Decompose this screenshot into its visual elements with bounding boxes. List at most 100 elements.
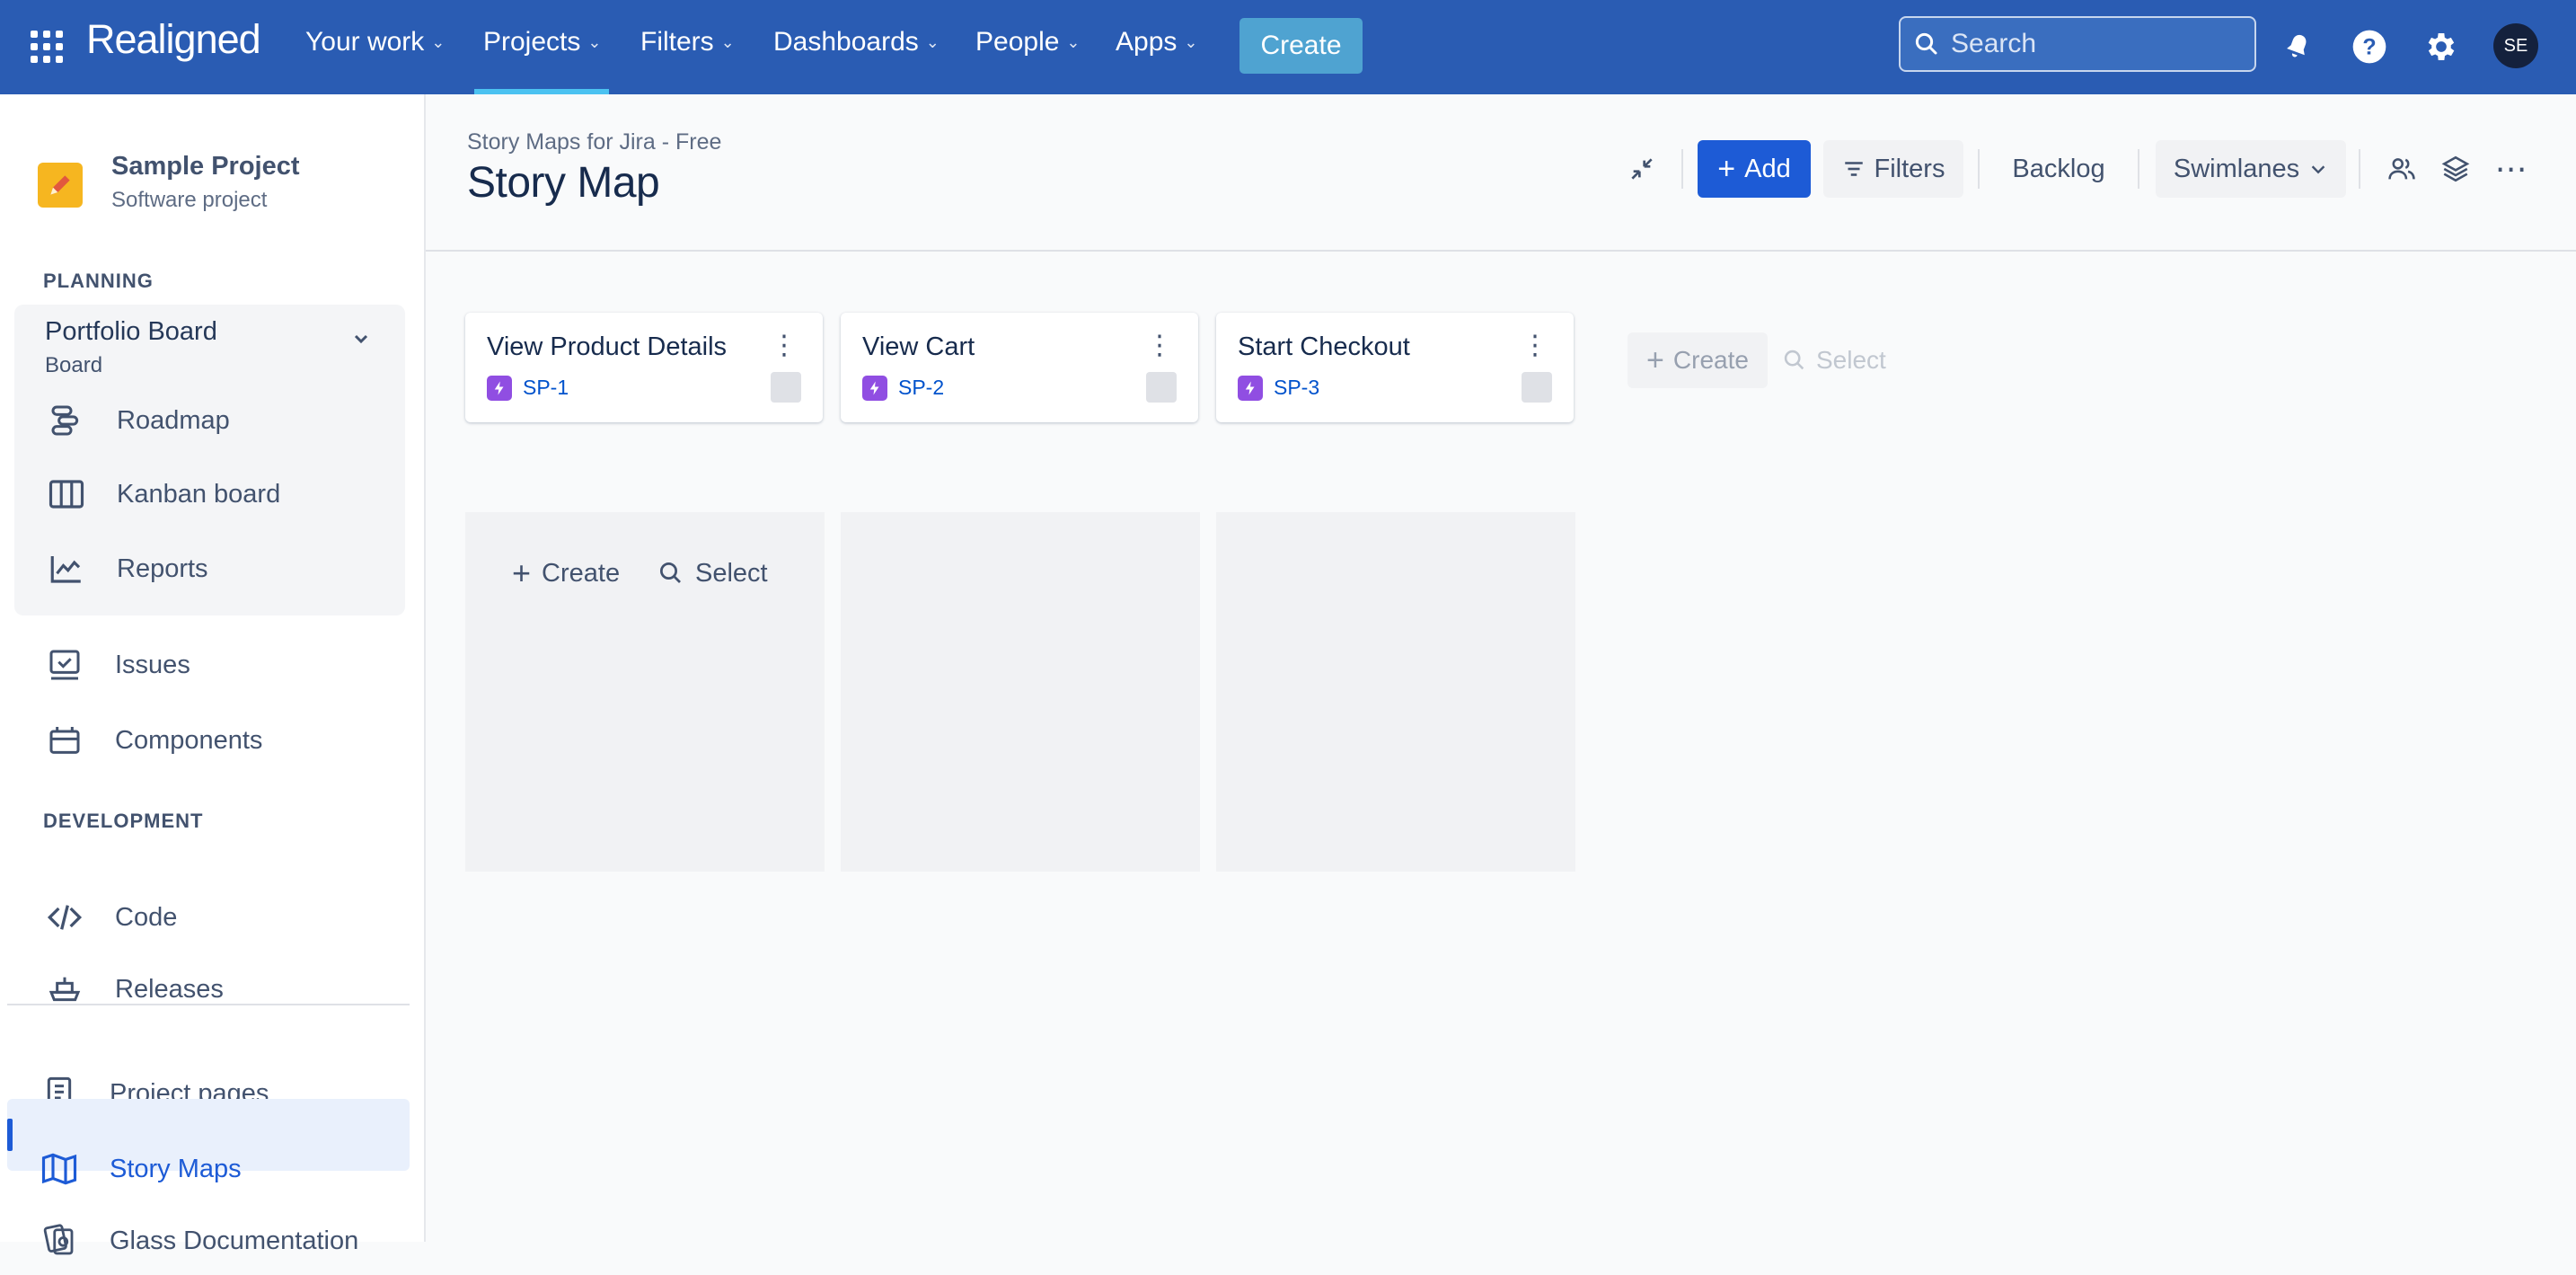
nav-filters[interactable]: Filters ⌄ [640, 27, 735, 58]
user-avatar[interactable]: SE [2493, 23, 2538, 68]
sidebar-item-label: Story Maps [110, 1154, 242, 1183]
story-card[interactable]: Start Checkout ⋮ SP-3 [1216, 313, 1574, 422]
nav-dashboards[interactable]: Dashboards ⌄ [773, 27, 940, 58]
project-name[interactable]: Sample Project [111, 152, 300, 182]
status-indicator [771, 372, 801, 403]
backlog-button[interactable]: Backlog [1996, 140, 2122, 198]
select-story-button[interactable]: Select [657, 548, 768, 598]
roadmap-icon [47, 401, 86, 440]
add-button[interactable]: + Add [1698, 140, 1811, 198]
nav-label: Filters [640, 27, 714, 57]
divider [1978, 149, 1980, 189]
lightning-icon [862, 376, 887, 401]
code-icon [45, 898, 84, 937]
sidebar-item-code[interactable]: Code [0, 883, 426, 952]
lightning-icon [1238, 376, 1263, 401]
people-icon[interactable] [2377, 140, 2427, 198]
swimlanes-label: Swimlanes [2173, 154, 2300, 183]
project-avatar-icon[interactable] [38, 163, 83, 208]
issue-key[interactable]: SP-1 [523, 376, 569, 400]
logo[interactable]: Realigned [86, 16, 261, 63]
sidebar-item-kanban-board[interactable]: Kanban board [0, 460, 426, 528]
story-card[interactable]: View Cart ⋮ SP-2 [841, 313, 1198, 422]
sidebar-item-releases[interactable]: Releases [0, 955, 426, 1023]
issue-key[interactable]: SP-2 [898, 376, 944, 400]
nav-apps[interactable]: Apps ⌄ [1116, 27, 1197, 58]
search-icon [1784, 350, 1804, 370]
divider [2359, 149, 2360, 189]
nav-projects[interactable]: Projects ⌄ [483, 27, 601, 58]
nav-your-work[interactable]: Your work ⌄ [305, 27, 445, 58]
add-label: Add [1744, 154, 1791, 183]
sidebar-item-glass-documentation[interactable]: Glass Documentation [0, 1207, 426, 1275]
sidebar-item-label: Kanban board [117, 479, 281, 509]
settings-gear-icon[interactable] [2418, 23, 2465, 70]
sidebar-item-label: Glass Documentation [110, 1226, 359, 1255]
chevron-down-icon: ⌄ [925, 32, 940, 51]
layers-icon[interactable] [2430, 140, 2481, 198]
create-button[interactable]: Create [1239, 18, 1363, 74]
app-switcher-icon[interactable] [31, 31, 63, 63]
chevron-down-icon [2311, 165, 2325, 174]
create-story-button[interactable]: + Create [512, 548, 620, 598]
status-indicator [1522, 372, 1552, 403]
card-title: View Cart [862, 332, 975, 361]
nav-label: People [975, 27, 1060, 57]
plus-icon: + [512, 554, 532, 591]
map-icon [40, 1149, 79, 1189]
filters-button[interactable]: Filters [1823, 140, 1963, 198]
nav-label: Projects [483, 27, 581, 57]
status-indicator [1146, 372, 1177, 403]
divider [1681, 149, 1683, 189]
sidebar-item-story-maps[interactable]: Story Maps [0, 1135, 426, 1203]
vertical-dots-icon[interactable]: ⋮ [771, 332, 798, 359]
story-lane-cell [841, 512, 1200, 872]
chevron-down-icon: ⌄ [587, 32, 602, 51]
components-icon [45, 721, 84, 760]
notifications-icon[interactable] [2274, 23, 2321, 70]
card-title: View Product Details [487, 332, 728, 361]
kanban-icon [47, 474, 86, 514]
collapse-icon[interactable] [1617, 140, 1667, 198]
sidebar-item-roadmap[interactable]: Roadmap [0, 386, 426, 455]
help-icon[interactable]: ? [2346, 23, 2393, 70]
card-title: Start Checkout [1238, 332, 1410, 361]
story-lane-cell [1216, 512, 1575, 872]
search-icon [660, 562, 681, 583]
more-options-icon[interactable]: ⋯ [2486, 140, 2536, 198]
issues-icon [45, 645, 84, 685]
search-input[interactable] [1949, 28, 2222, 60]
story-card[interactable]: View Product Details ⋮ SP-1 [465, 313, 823, 422]
vertical-dots-icon[interactable]: ⋮ [1522, 332, 1548, 359]
sidebar-item-components[interactable]: Components [0, 706, 426, 775]
search-box[interactable] [1899, 16, 2256, 72]
lightning-icon [487, 376, 512, 401]
breadcrumb[interactable]: Story Maps for Jira - Free [467, 129, 721, 155]
planning-heading: PLANNING [43, 270, 154, 292]
swimlanes-dropdown[interactable]: Swimlanes [2156, 140, 2346, 198]
sidebar-item-label: Roadmap [117, 405, 230, 435]
active-nav-indicator [474, 89, 609, 94]
svg-text:?: ? [2362, 34, 2376, 59]
page-title: Story Map [467, 159, 660, 207]
board-switcher-title[interactable]: Portfolio Board [45, 317, 217, 347]
chevron-down-icon[interactable] [350, 328, 372, 355]
nav-people[interactable]: People ⌄ [975, 27, 1081, 58]
reports-icon [47, 549, 86, 589]
sidebar-item-label: Issues [115, 650, 190, 679]
sidebar-item-label: Components [115, 725, 263, 755]
nav-label: Your work [305, 27, 425, 57]
plus-icon: + [1717, 152, 1736, 186]
project-sidebar: Sample Project Software project PLANNING… [0, 94, 426, 1255]
nav-label: Dashboards [773, 27, 919, 57]
chevron-down-icon: ⌄ [431, 32, 446, 51]
vertical-dots-icon[interactable]: ⋮ [1146, 332, 1173, 359]
create-epic-button[interactable]: + Create [1628, 332, 1768, 388]
sidebar-item-issues[interactable]: Issues [0, 631, 426, 699]
top-navigation: Realigned Your work ⌄ Projects ⌄ Filters… [0, 0, 2576, 94]
select-epic-button[interactable]: Select [1782, 332, 1886, 388]
issue-key[interactable]: SP-3 [1274, 376, 1319, 400]
sidebar-item-label: Reports [117, 553, 208, 583]
development-heading: DEVELOPMENT [43, 810, 204, 832]
sidebar-item-reports[interactable]: Reports [0, 535, 426, 603]
